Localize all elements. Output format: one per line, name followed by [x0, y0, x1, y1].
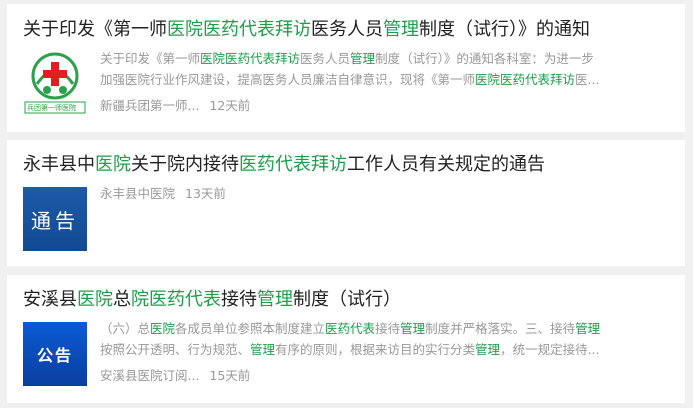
result-card[interactable]: 关于印发《第一师医院医药代表拜访医务人员管理制度（试行）》的通知 兵团第一师医院… [7, 4, 685, 132]
result-time: 12天前 [209, 98, 251, 113]
announcement-thumbnail[interactable]: 公告 [23, 322, 87, 386]
text-segment: 接待 [221, 289, 257, 310]
result-snippet: 关于印发《第一师医院医药代表拜访医务人员管理制度（试行）》的通知各科室：为进一步… [100, 48, 670, 90]
result-meta: 安溪县医院订阅... 15天前 [100, 367, 250, 385]
notice-thumbnail[interactable]: 通告 [23, 187, 87, 251]
highlighted-keyword: 医院 [150, 321, 176, 336]
text-segment: 接待 [375, 321, 401, 336]
highlighted-keyword: 管理 [383, 19, 419, 40]
snippet-line: 关于印发《第一师医院医药代表拜访医务人员管理制度（试行）》的通知各科室：为进一步 [100, 48, 670, 69]
snippet-line: 加强医院行业作风建设，提高医务人员廉洁自律意识，现将《第一师医院医药代表拜访医.… [100, 69, 670, 90]
result-title[interactable]: 永丰县中医院关于院内接待医药代表拜访工作人员有关规定的通告 [23, 153, 545, 177]
text-segment: 制度（试行）》的通知 [419, 19, 590, 40]
text-segment: 医务人员 [311, 19, 383, 40]
text-segment: 关于印发《第一师 [100, 51, 201, 66]
text-segment: 永丰县中 [23, 154, 95, 175]
text-segment: 各成员单位参照本制度建立 [175, 321, 326, 336]
highlighted-keyword: 医药代表拜访 [239, 154, 347, 175]
highlighted-keyword: 医院 [95, 154, 131, 175]
highlighted-keyword: 院医药代表 [131, 289, 221, 310]
text-segment: 按照公开透明、行为规范、 [100, 342, 251, 357]
result-source[interactable]: 安溪县医院订阅... [100, 368, 199, 383]
hospital-logo-icon[interactable]: 兵团第一师医院 [23, 50, 87, 114]
text-segment: 有序的原则，根据来访目的实行分类 [275, 342, 476, 357]
text-segment: 总 [113, 289, 131, 310]
result-title[interactable]: 关于印发《第一师医院医药代表拜访医务人员管理制度（试行）》的通知 [23, 18, 590, 42]
highlighted-keyword: 管理 [257, 289, 293, 310]
text-segment: 医... [575, 72, 600, 87]
text-segment: 制度（试行） [293, 289, 401, 310]
highlighted-keyword: 医院医药代表拜访 [167, 19, 311, 40]
snippet-line: （六）总医院各成员单位参照本制度建立医药代表接待管理制度并严格落实。三、接待管理 [100, 318, 670, 339]
text-segment: 加强医院行业作风建设，提高医务人员廉洁自律意识，现将《第一师 [100, 72, 476, 87]
text-segment: ，统一规定接待... [500, 342, 600, 357]
text-segment: 工作人员有关规定的通告 [347, 154, 545, 175]
thumbnail-text: 通告 [31, 208, 79, 233]
highlighted-keyword: 医院医药代表拜访 [200, 51, 301, 66]
result-snippet: （六）总医院各成员单位参照本制度建立医药代表接待管理制度并严格落实。三、接待管理… [100, 318, 670, 360]
text-segment: 制度（试行）》的通知各科室：为进一步 [375, 51, 594, 66]
highlighted-keyword: 管理 [475, 342, 501, 357]
text-segment: 安溪县 [23, 289, 77, 310]
thumbnail-text: 公告 [36, 346, 73, 365]
text-segment: （六）总 [100, 321, 151, 336]
result-time: 13天前 [185, 186, 226, 201]
text-segment: 医务人员 [300, 51, 351, 66]
result-card[interactable]: 永丰县中医院关于院内接待医药代表拜访工作人员有关规定的通告 通告 永丰县中医院 … [7, 140, 685, 266]
highlighted-keyword: 管理 [575, 321, 601, 336]
result-meta: 新疆兵团第一师... 12天前 [100, 97, 250, 115]
highlighted-keyword: 管理 [400, 321, 426, 336]
result-source[interactable]: 永丰县中医院 [100, 186, 175, 201]
highlighted-keyword: 管理 [350, 51, 376, 66]
result-time: 15天前 [209, 368, 251, 383]
text-segment: 关于院内接待 [131, 154, 239, 175]
snippet-line: 按照公开透明、行为规范、管理有序的原则，根据来访目的实行分类管理，统一规定接待.… [100, 339, 670, 360]
text-segment: 关于印发《第一师 [23, 19, 167, 40]
highlighted-keyword: 医院医药代表拜访 [475, 72, 576, 87]
highlighted-keyword: 医院 [77, 289, 113, 310]
result-card[interactable]: 安溪县医院总院医药代表接待管理制度（试行） 公告 （六）总医院各成员单位参照本制… [7, 275, 685, 403]
result-source[interactable]: 新疆兵团第一师... [100, 98, 199, 113]
result-meta: 永丰县中医院 13天前 [100, 185, 226, 203]
text-segment: 制度并严格落实。三、接待 [425, 321, 576, 336]
highlighted-keyword: 管理 [250, 342, 276, 357]
logo-text: 兵团第一师医院 [27, 104, 76, 112]
highlighted-keyword: 医药代表 [325, 321, 376, 336]
result-title[interactable]: 安溪县医院总院医药代表接待管理制度（试行） [23, 288, 401, 312]
